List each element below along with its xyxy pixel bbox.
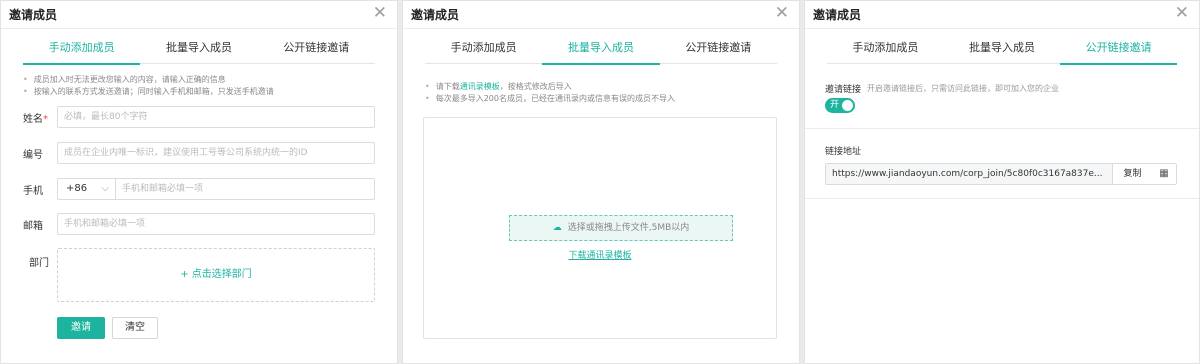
- tab-batch-import[interactable]: 批量导入成员: [140, 34, 257, 63]
- phone-row: 手机 +86 ⌵ 手机和邮箱必填一项: [23, 178, 375, 200]
- tab-bar: 手动添加成员 批量导入成员 公开链接邀请: [425, 34, 777, 65]
- dialog-header: 邀请成员 ✕: [1, 1, 397, 29]
- country-code-value: +86: [66, 183, 88, 194]
- upload-area: ☁ 选择或拖拽上传文件,5MB以内 下载通讯录模板: [423, 117, 777, 339]
- tip-item: 每次最多导入200名成员，已经在通讯录内或信息有误的成员不导入: [425, 93, 777, 105]
- invite-link-label: 邀请链接: [825, 85, 862, 95]
- name-row: 姓名* 必填，最长80个字符: [23, 106, 375, 128]
- link-address-field: https://www.jiandaoyun.com/corp_join/5c8…: [825, 163, 1177, 185]
- select-department-button[interactable]: + 点击选择部门: [57, 248, 375, 302]
- download-template-link[interactable]: 下载通讯录模板: [424, 248, 776, 261]
- close-icon[interactable]: ✕: [373, 3, 387, 23]
- tab-batch-import[interactable]: 批量导入成员: [542, 34, 660, 65]
- chevron-down-icon: ⌵: [101, 183, 109, 194]
- toggle-text: 开: [830, 100, 840, 110]
- divider: [805, 198, 1199, 199]
- invite-link-toggle[interactable]: 开: [825, 98, 855, 113]
- tab-bar: 手动添加成员 批量导入成员 公开链接邀请: [827, 34, 1177, 65]
- phone-label: 手机: [23, 186, 43, 197]
- dialog-header: 邀请成员 ✕: [805, 1, 1199, 29]
- invite-button[interactable]: 邀请: [57, 317, 105, 339]
- name-input[interactable]: 必填，最长80个字符: [57, 106, 375, 128]
- id-label: 编号: [23, 150, 43, 161]
- link-url[interactable]: https://www.jiandaoyun.com/corp_join/5c8…: [826, 164, 1112, 184]
- upload-text: 选择或拖拽上传文件,5MB以内: [567, 223, 690, 233]
- tab-public-link[interactable]: 公开链接邀请: [660, 34, 777, 63]
- tab-manual-add[interactable]: 手动添加成员: [425, 34, 542, 63]
- close-icon[interactable]: ✕: [775, 3, 789, 23]
- email-row: 邮箱 手机和邮箱必填一项: [23, 213, 375, 235]
- tab-manual-add[interactable]: 手动添加成员: [827, 34, 944, 63]
- id-input[interactable]: 成员在企业内唯一标识，建议使用工号等公司系统内统一的ID: [57, 142, 375, 164]
- tab-bar: 手动添加成员 批量导入成员 公开链接邀请: [23, 34, 375, 65]
- dept-label: 部门: [29, 258, 49, 269]
- close-icon[interactable]: ✕: [1175, 3, 1189, 23]
- batch-tips: 请下载通讯录模板，按格式修改后导入 每次最多导入200名成员，已经在通讯录内或信…: [425, 81, 777, 105]
- email-input[interactable]: 手机和邮箱必填一项: [57, 213, 375, 235]
- tip-item: 按输入的联系方式发送邀请；同时输入手机和邮箱，只发送手机邀请: [23, 86, 375, 98]
- invite-dialog-manual: 邀请成员 ✕ 手动添加成员 批量导入成员 公开链接邀请 成员加入时无法更改您输入…: [0, 0, 398, 364]
- dialog-header: 邀请成员 ✕: [403, 1, 799, 29]
- name-label: 姓名*: [23, 114, 48, 125]
- divider: [805, 128, 1199, 129]
- id-row: 编号 成员在企业内唯一标识，建议使用工号等公司系统内统一的ID: [23, 142, 375, 164]
- upload-cloud-icon: ☁: [552, 223, 562, 233]
- dialog-title: 邀请成员: [813, 8, 862, 22]
- link-address-label: 链接地址: [825, 147, 862, 157]
- required-mark: *: [43, 114, 48, 125]
- tab-batch-import[interactable]: 批量导入成员: [944, 34, 1061, 63]
- clear-button[interactable]: 清空: [112, 317, 158, 339]
- tab-public-link[interactable]: 公开链接邀请: [1060, 34, 1177, 65]
- tab-public-link[interactable]: 公开链接邀请: [258, 34, 375, 63]
- tip-item: 成员加入时无法更改您输入的内容，请输入正确的信息: [23, 74, 375, 86]
- invite-dialog-link: 邀请成员 ✕ 手动添加成员 批量导入成员 公开链接邀请 邀请链接 开启邀请链接后…: [804, 0, 1200, 364]
- phone-input[interactable]: 手机和邮箱必填一项: [115, 178, 375, 200]
- dialog-title: 邀请成员: [9, 8, 58, 22]
- copy-button[interactable]: 复制: [1112, 164, 1152, 184]
- invite-dialog-batch: 邀请成员 ✕ 手动添加成员 批量导入成员 公开链接邀请 请下载通讯录模板，按格式…: [402, 0, 800, 364]
- tab-manual-add[interactable]: 手动添加成员: [23, 34, 141, 65]
- toggle-knob: [842, 100, 853, 111]
- template-link[interactable]: 通讯录模板: [460, 82, 500, 91]
- tip-item: 请下载通讯录模板，按格式修改后导入: [425, 81, 777, 93]
- manual-tips: 成员加入时无法更改您输入的内容，请输入正确的信息 按输入的联系方式发送邀请；同时…: [23, 74, 375, 98]
- invite-link-hint: 开启邀请链接后，只需访问此链接，即可加入您的企业: [867, 84, 1059, 93]
- qr-code-icon[interactable]: ▦: [1152, 164, 1176, 184]
- file-drop-zone[interactable]: ☁ 选择或拖拽上传文件,5MB以内: [509, 215, 733, 241]
- dialog-title: 邀请成员: [411, 8, 460, 22]
- country-code-select[interactable]: +86 ⌵: [57, 178, 115, 200]
- email-label: 邮箱: [23, 221, 43, 232]
